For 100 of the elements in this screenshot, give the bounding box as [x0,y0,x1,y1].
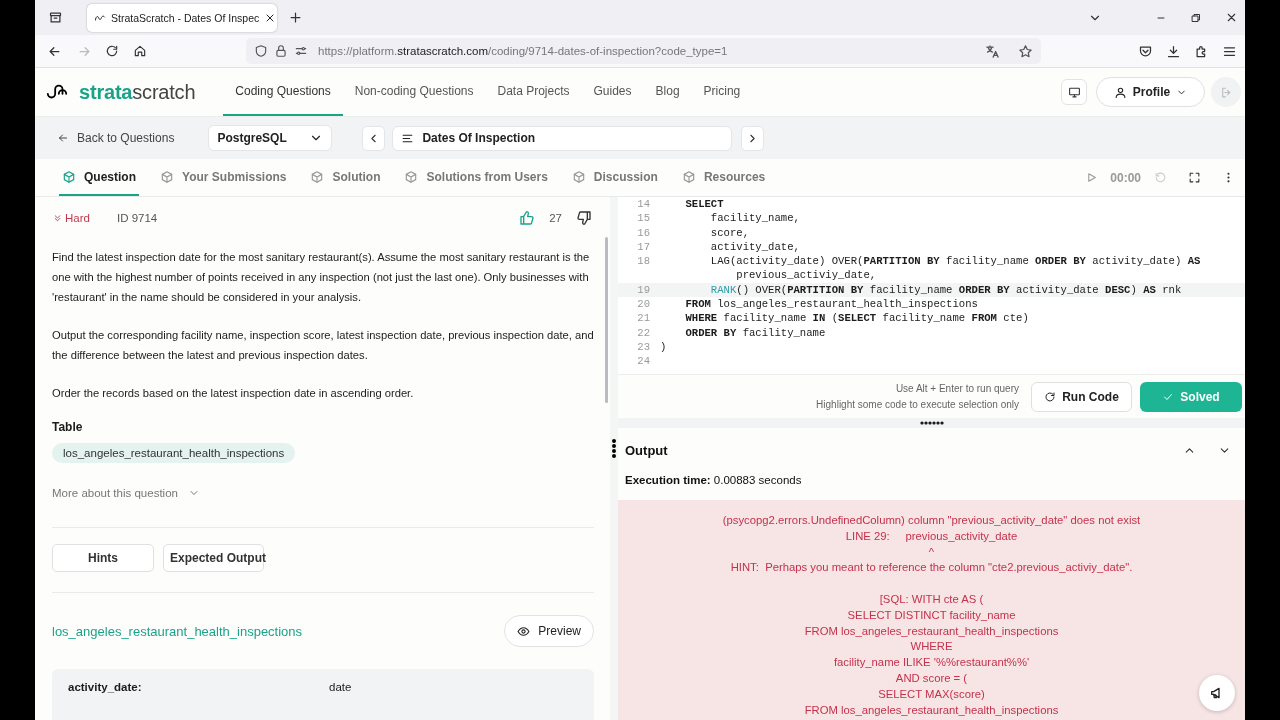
code-line: facility_name, [709,211,800,226]
expected-output-button[interactable]: Expected Output [163,544,264,572]
monitor-icon [1067,85,1081,99]
line-number: 14 [636,197,650,212]
grip-icon [919,421,944,425]
error-text: HINT: Perhaps you meant to reference the column "cte2.previous_activiy_date". [730,560,1133,576]
code-line: FROM los_angeles_restaurant_health_inspections [684,297,978,312]
monitor-button[interactable] [1061,79,1087,105]
cube-icon [62,169,76,184]
error-text: AND score = ( [895,670,968,686]
nav-link[interactable]: Pricing [691,68,753,116]
tab[interactable]: Solution [307,159,384,196]
thumbs-up-icon [519,210,536,226]
reload-icon [105,44,119,58]
like-button[interactable] [519,210,536,226]
scrollbar[interactable] [605,237,608,403]
next-question-button[interactable] [741,125,765,151]
archive-icon [47,10,63,25]
grip-icon [612,436,616,461]
plus-icon [287,10,303,25]
error-text: [SQL: WITH cte AS ( [879,592,984,607]
line-number: 15 [636,211,650,226]
hints-button[interactable]: Hints [52,544,154,572]
nav-link[interactable]: Blog [643,68,692,116]
code-line: score, [709,225,749,240]
error-text: SELECT DISTINCT facility_name [847,607,1016,623]
error-text: SELECT MAX(score) [878,686,985,702]
output-heading: Output [625,442,668,458]
translate-icon[interactable] [985,43,1000,59]
line-number: 21 [636,311,650,326]
hint-text: Use Alt + Enter to run query [894,381,1019,396]
line-number: 19 [636,282,650,298]
tab[interactable]: Resources [678,159,769,196]
code-line: RANK() OVER(PARTITION BY facility_name ORDER BY activity_date DESC) AS rnk [709,282,1182,298]
code-line: ) [660,339,667,355]
star-icon[interactable] [1018,43,1033,59]
question-id: ID 9714 [116,212,158,224]
language-select[interactable]: PostgreSQL [208,125,333,151]
run-code-button[interactable]: Run Code [1031,381,1132,412]
address-bar[interactable]: https://platform.stratascratch.com/coding/9714-dates-of-inspection?code_type=1 [246,38,1041,64]
thumbs-down-icon [576,210,592,226]
line-number: 22 [636,325,650,340]
error-text: (psycopg2.errors.UndefinedColumn) column "previous_activity_date" does not exist [722,513,1141,528]
logo-text[interactable]: stratascratch [79,80,196,104]
nav-link[interactable]: Guides [581,68,644,116]
cube-icon [571,169,586,184]
hint-text: Highlight some code to execute selection only [816,397,1019,412]
line-number: 24 [636,354,650,369]
error-text: FROM los_angeles_restaurant_health_inspections [804,623,1059,639]
url-text: https://platform.stratascratch.com/coding/9714-dates-of-inspection?code_type=1 [318,45,728,57]
lock-icon [274,44,288,58]
column-name: activity_date: [68,681,143,695]
tab-title: StrataScratch - Dates Of Inspec [111,11,260,24]
error-text: ^ [928,544,935,560]
timer: 00:00 [1110,170,1141,185]
line-number: 16 [636,225,650,240]
line-number: 20 [636,297,650,312]
feedback-button[interactable] [1199,675,1235,711]
previous-question-button[interactable] [362,125,386,151]
sliders-icon [294,44,308,58]
code-line: WHERE facility_name IN (SELECT facility_name FROM cte) [684,311,1029,326]
preview-button[interactable]: Preview [504,615,594,647]
more-about-toggle[interactable]: More about this question [52,487,200,499]
column-type: date [329,681,353,695]
question-title-field[interactable]: Dates Of Inspection [392,125,733,151]
cube-icon [310,169,325,184]
code-line: ORDER BY facility_name [684,325,826,340]
eye-icon [517,624,531,638]
line-number: 18 [636,254,650,269]
code-editor[interactable] [618,197,1245,374]
tab[interactable]: Discussion [568,159,661,196]
fullscreen-icon [1187,171,1201,184]
back-link[interactable]: Back to Questions [57,131,175,145]
table-tag[interactable]: los_angeles_restaurant_health_inspections [52,443,296,463]
home-icon [133,44,147,58]
reset-icon [1153,171,1167,184]
question-text: Order the records based on the latest inspection date in ascending order. [52,386,415,401]
error-text: WHERE [910,639,953,655]
reload-icon [1044,390,1057,403]
shield-icon [254,44,268,58]
error-text: LINE 29: previous_activity_date [845,528,1018,544]
nav-link[interactable]: Data Projects [485,68,582,116]
cube-icon [160,169,174,184]
arrow-left-icon [57,132,69,144]
tab[interactable]: Solutions from Users [401,159,551,196]
error-text: facility_name ILIKE '%%restaurant%%' [833,655,1030,671]
cube-icon [404,169,419,184]
question-text: Find the latest inspection date for the most sanitary restaurant(s). Assume the most sanitary restaurant is the one with the highest number of points received in any inspection (not just the last one). Only businesses with 'restaurant' in the name should be considered in your analysis. [52,250,591,305]
tab[interactable]: Your Submissions [157,159,290,196]
cube-icon [681,169,696,184]
browser-tab[interactable]: StrataScratch - Dates Of Inspec [87,3,277,32]
code-line: SELECT [684,197,724,212]
logout-icon [1219,85,1233,99]
download-icon [1165,43,1181,59]
restore-icon [1190,11,1202,24]
code-line: previous_activiy_date, [735,268,877,283]
table-heading: Table [52,420,84,434]
dislike-button[interactable] [576,210,592,226]
profile-button[interactable]: Profile [1096,77,1205,107]
nav-link[interactable]: Non-coding Questions [342,68,486,116]
